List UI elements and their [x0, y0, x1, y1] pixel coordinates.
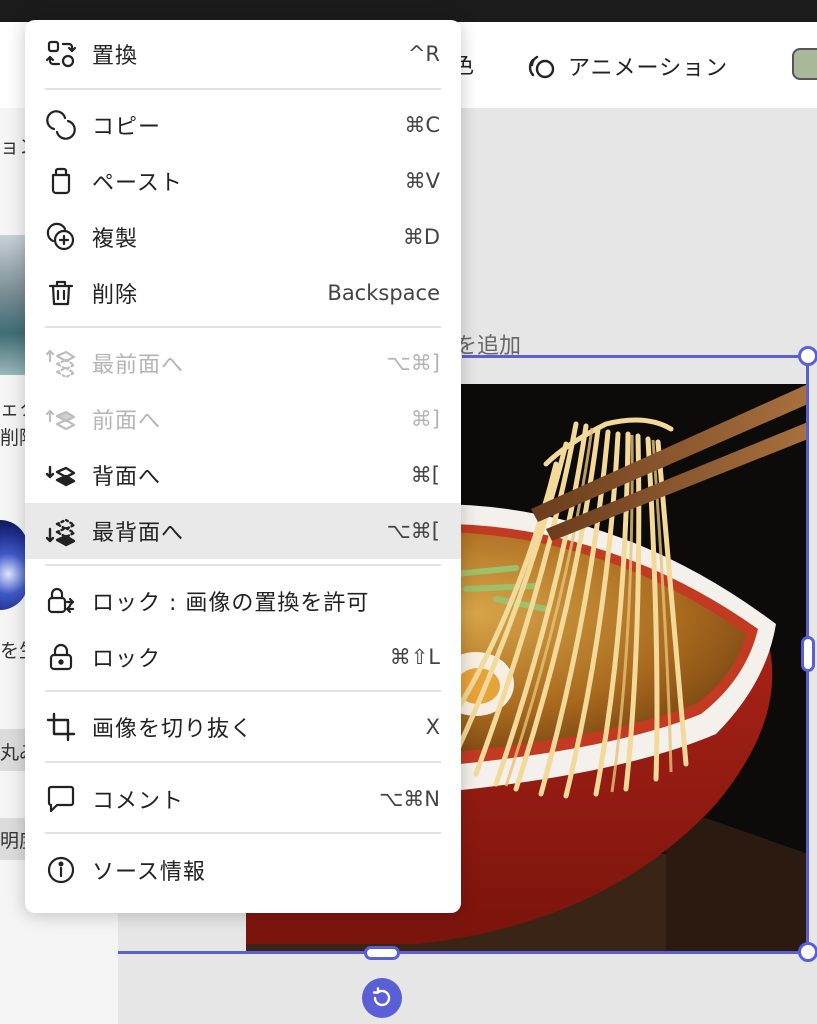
menu-item-shortcut: ⌥⌘N	[379, 787, 440, 811]
menu-item-send-to-back[interactable]: 最背面へ ⌥⌘[	[25, 503, 461, 559]
menu-item-label: 複製	[92, 227, 139, 252]
menu-item-copy[interactable]: コピー ⌘C	[25, 97, 461, 153]
resize-handle-bottom-right[interactable]	[798, 942, 817, 962]
animation-label: アニメーション	[568, 56, 729, 81]
menu-item-shortcut: Backspace	[327, 281, 440, 305]
animation-icon	[524, 49, 558, 83]
menu-item-source-info[interactable]: ソース情報	[25, 842, 461, 898]
info-icon	[43, 852, 79, 888]
menu-item-shortcut: ⌥⌘[	[386, 519, 440, 543]
menu-item-label: 前面へ	[92, 409, 162, 434]
menu-item-paste[interactable]: ペースト ⌘V	[25, 153, 461, 209]
menu-item-shortcut: ⌘D	[402, 225, 440, 249]
menu-item-replace[interactable]: 置換 ^R	[25, 26, 461, 82]
menu-item-delete[interactable]: 削除 Backspace	[25, 265, 461, 321]
menu-item-label: 置換	[92, 44, 139, 69]
selection-border-bottom	[118, 951, 809, 954]
trash-icon	[43, 275, 79, 311]
replace-icon	[43, 36, 79, 72]
menu-item-shortcut: ⌘⇧L	[389, 645, 440, 669]
menu-item-duplicate[interactable]: 複製 ⌘D	[25, 209, 461, 265]
menu-item-label: 背面へ	[92, 465, 162, 490]
selection-border-top	[462, 355, 809, 358]
menu-divider	[45, 326, 441, 328]
menu-item-shortcut: ⌘]	[410, 407, 440, 431]
send-to-back-icon	[43, 513, 79, 549]
menu-item-lock[interactable]: ロック ⌘⇧L	[25, 629, 461, 685]
menu-item-label: 画像を切り抜く	[92, 717, 254, 742]
menu-item-shortcut: ⌘[	[410, 463, 440, 487]
menu-divider	[45, 88, 441, 90]
menu-item-label: 最背面へ	[92, 521, 185, 546]
menu-item-label: ペースト	[92, 171, 183, 196]
comment-icon	[43, 781, 79, 817]
menu-item-bring-to-front: 最前面へ ⌥⌘]	[25, 335, 461, 391]
duplicate-icon	[43, 219, 79, 255]
menu-item-label: ソース情報	[92, 860, 206, 885]
menu-item-send-backward[interactable]: 背面へ ⌘[	[25, 447, 461, 503]
resize-handle-bottom[interactable]	[364, 946, 400, 960]
menu-divider	[45, 690, 441, 692]
copy-icon	[43, 107, 79, 143]
menu-divider	[45, 564, 441, 566]
menu-item-crop[interactable]: 画像を切り抜く X	[25, 699, 461, 755]
resize-handle-right[interactable]	[801, 636, 815, 672]
thumbnail-image[interactable]	[0, 235, 26, 375]
menu-item-label: 削除	[92, 283, 139, 308]
send-backward-icon	[43, 457, 79, 493]
menu-item-shortcut: ^R	[407, 42, 440, 66]
menu-item-label: ロック	[92, 647, 162, 672]
bring-forward-icon	[43, 401, 79, 437]
lock-replace-icon	[43, 583, 79, 619]
effect-thumbnail[interactable]	[0, 520, 28, 610]
top-window-strip	[0, 0, 817, 22]
menu-item-bring-forward: 前面へ ⌘]	[25, 391, 461, 447]
menu-item-label: ロック : 画像の置換を許可	[92, 591, 370, 616]
bring-to-front-icon	[43, 345, 79, 381]
menu-item-shortcut: ⌥⌘]	[386, 351, 440, 375]
menu-item-label: コメント	[92, 789, 185, 814]
menu-divider	[45, 832, 441, 834]
color-swatch[interactable]	[792, 48, 817, 80]
crop-icon	[43, 709, 79, 745]
menu-item-shortcut: ⌘C	[404, 113, 440, 137]
menu-divider	[45, 761, 441, 763]
rotate-button[interactable]	[362, 978, 402, 1018]
menu-item-comment[interactable]: コメント ⌥⌘N	[25, 771, 461, 827]
rotate-icon	[370, 986, 394, 1010]
menu-item-shortcut: X	[425, 715, 440, 739]
menu-item-lock-allow-replace[interactable]: ロック : 画像の置換を許可	[25, 573, 461, 629]
menu-item-label: コピー	[92, 115, 162, 140]
menu-item-label: 最前面へ	[92, 353, 185, 378]
resize-handle-top-right[interactable]	[798, 346, 817, 366]
animation-button[interactable]: アニメーション	[524, 48, 728, 84]
paste-icon	[43, 163, 79, 199]
lock-icon	[43, 639, 79, 675]
context-menu: 置換 ^R コピー ⌘C ペースト ⌘V 複製 ⌘D 削除 Backspace …	[25, 20, 461, 913]
menu-item-shortcut: ⌘V	[404, 169, 440, 193]
